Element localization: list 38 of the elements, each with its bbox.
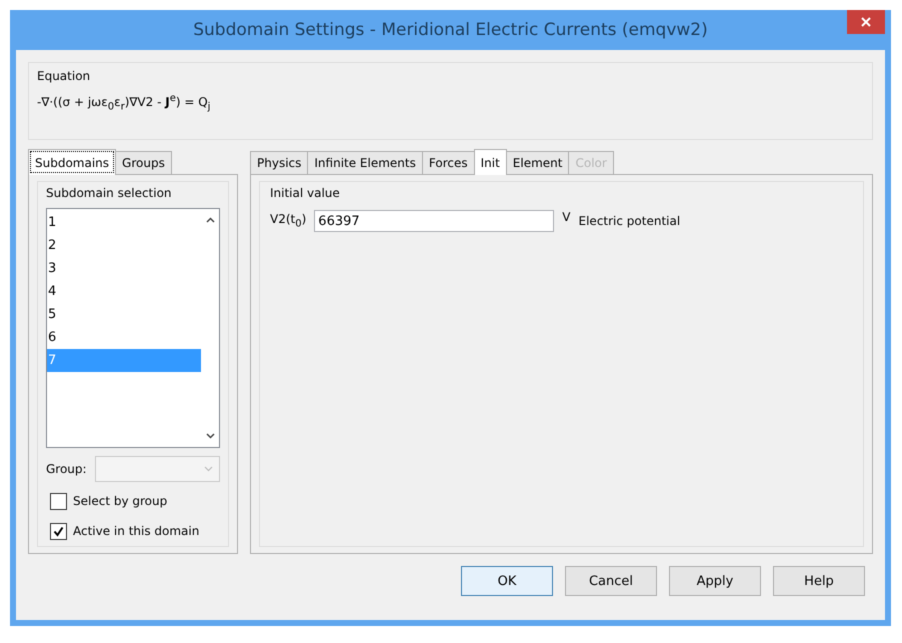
unit-label: V [562, 210, 571, 224]
checkbox[interactable] [50, 522, 67, 540]
equation-text: -∇·((σ + jωε$_{0}$ε$_{r}$)∇V2 - J$^{e}$) = Q$_{j}$ [37, 93, 212, 112]
variable-label: V2(t$_{0}$) [270, 212, 306, 230]
tab[interactable]: Element [506, 151, 570, 174]
check-icon [53, 526, 64, 536]
list-item[interactable]: 4 [47, 280, 201, 303]
group-label: Subdomain selection [46, 186, 173, 200]
description-label: Electric potential [578, 214, 680, 228]
value-field[interactable]: 66397 [314, 210, 554, 232]
close-icon [861, 17, 871, 27]
subdomain-list[interactable]: 1 2 3 4 5 6 7 [46, 208, 220, 448]
dialog-button[interactable]: Cancel [565, 566, 657, 596]
list-item[interactable]: 1 [47, 211, 201, 234]
tab[interactable]: Subdomains [28, 149, 116, 175]
tab[interactable]: Groups [115, 151, 172, 174]
scroll-up-icon[interactable] [206, 217, 214, 223]
group-label: Equation [37, 69, 92, 83]
list-item[interactable]: 5 [47, 303, 201, 326]
tab[interactable]: Physics [250, 151, 308, 174]
list-item[interactable]: 2 [47, 234, 201, 257]
scroll-down-icon[interactable] [206, 433, 214, 439]
window-title: Subdomain Settings - Meridional Electric Currents (emqvw2) [193, 20, 708, 40]
dialog-button[interactable]: Apply [669, 566, 761, 596]
caret-icon [204, 466, 213, 472]
tab[interactable]: Infinite Elements [307, 151, 423, 174]
tab[interactable]: Forces [422, 151, 475, 174]
group-label: Initial value [270, 186, 341, 200]
dialog-button[interactable]: OK [461, 566, 553, 596]
checkbox-label: Select by group [73, 494, 168, 508]
list-item[interactable]: 3 [47, 257, 201, 280]
dialog-button[interactable]: Help [773, 566, 865, 596]
checkbox-label: Active in this domain [73, 524, 200, 538]
checkbox[interactable] [50, 492, 67, 510]
list-item[interactable]: 6 [47, 326, 201, 349]
tab[interactable]: Init [474, 149, 507, 175]
field-label: Group: [46, 462, 87, 476]
close-button[interactable] [847, 10, 885, 34]
